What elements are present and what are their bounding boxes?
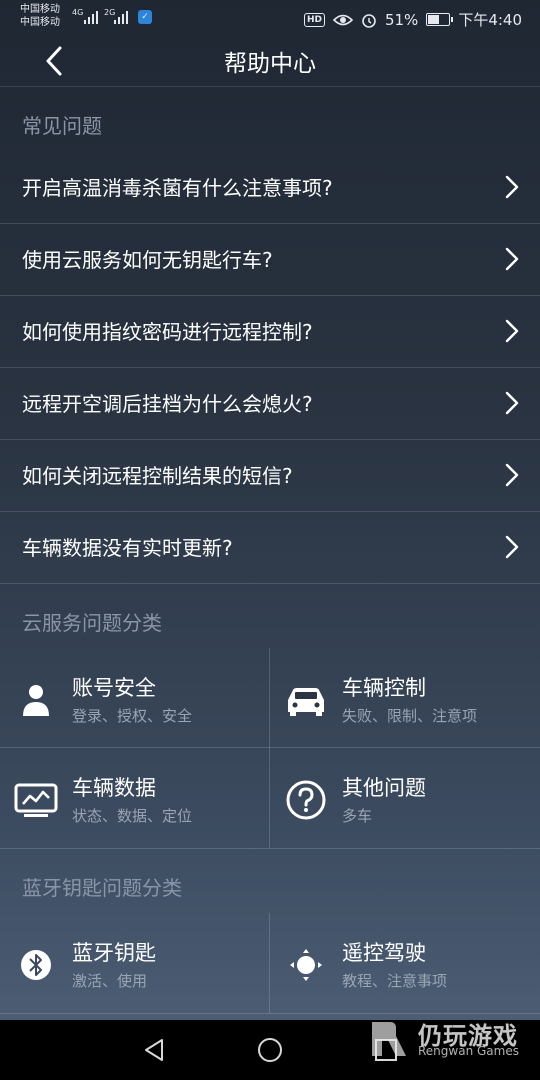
- category-bluetooth-key[interactable]: 蓝牙钥匙 激活、使用: [0, 913, 270, 1013]
- faq-question: 使用云服务如何无钥匙行车?: [22, 248, 273, 272]
- faq-section-label: 常见问题: [22, 114, 102, 138]
- alarm-icon: [362, 13, 376, 28]
- faq-item[interactable]: 如何关闭远程控制结果的短信?: [0, 439, 540, 512]
- faq-question: 如何关闭远程控制结果的短信?: [22, 464, 293, 488]
- faq-question: 车辆数据没有实时更新?: [22, 536, 233, 560]
- faq-item[interactable]: 如何使用指纹密码进行远程控制?: [0, 295, 540, 368]
- category-subtitle: 多车: [342, 807, 373, 825]
- category-other[interactable]: 其他问题 多车: [270, 748, 540, 848]
- remote-drive-icon: [290, 949, 322, 981]
- chevron-right-icon: [505, 247, 519, 271]
- faq-item[interactable]: 开启高温消毒杀菌有什么注意事项?: [0, 151, 540, 224]
- chevron-right-icon: [505, 535, 519, 559]
- faq-item[interactable]: 远程开空调后挂档为什么会熄火?: [0, 367, 540, 440]
- chevron-right-icon: [505, 463, 519, 487]
- category-title: 车辆控制: [342, 676, 426, 700]
- category-subtitle: 教程、注意事项: [342, 972, 448, 990]
- faq-item[interactable]: 车辆数据没有实时更新?: [0, 511, 540, 584]
- shield-icon: ✓: [138, 10, 152, 24]
- cloud-section-label: 云服务问题分类: [22, 611, 162, 635]
- bluetooth-section-label: 蓝牙钥匙问题分类: [22, 876, 182, 900]
- car-icon: [288, 688, 324, 716]
- faq-question: 远程开空调后挂档为什么会熄火?: [22, 392, 313, 416]
- category-vehicle-control[interactable]: 车辆控制 失败、限制、注意项: [270, 648, 540, 748]
- faq-item[interactable]: 使用云服务如何无钥匙行车?: [0, 223, 540, 296]
- status-time: 下午4:40: [458, 11, 522, 29]
- faq-question: 开启高温消毒杀菌有什么注意事项?: [22, 176, 333, 200]
- category-subtitle: 激活、使用: [72, 972, 148, 990]
- hd-icon: HD: [303, 12, 325, 27]
- category-title: 账号安全: [72, 676, 156, 700]
- app-header: 帮助中心: [0, 36, 540, 87]
- watermark-logo-icon: [372, 1022, 406, 1056]
- faq-question: 如何使用指纹密码进行远程控制?: [22, 320, 313, 344]
- carrier-labels: 中国移动 中国移动: [20, 3, 60, 29]
- category-subtitle: 失败、限制、注意项: [342, 707, 478, 725]
- nav-home-icon[interactable]: [256, 1036, 284, 1064]
- carrier-2: 中国移动: [20, 17, 60, 28]
- nav-back-icon[interactable]: [140, 1036, 168, 1064]
- bluetooth-icon: [21, 950, 51, 980]
- watermark-subtext: Rengwan Games: [418, 1044, 519, 1058]
- category-title: 车辆数据: [72, 776, 156, 800]
- status-bar: 中国移动 中国移动 4G 2G ✓ HD 51% 下午4:40: [0, 0, 540, 36]
- user-icon: [23, 685, 49, 716]
- monitor-chart-icon: [14, 783, 58, 817]
- carrier-1: 中国移动: [20, 4, 60, 15]
- category-subtitle: 登录、授权、安全: [72, 707, 193, 725]
- eye-icon: [332, 14, 353, 25]
- battery-percent: 51%: [384, 10, 419, 29]
- page-title: 帮助中心: [224, 51, 316, 77]
- category-vehicle-data[interactable]: 车辆数据 状态、数据、定位: [0, 748, 270, 848]
- category-account-security[interactable]: 账号安全 登录、授权、安全: [0, 648, 270, 748]
- category-subtitle: 状态、数据、定位: [72, 807, 193, 825]
- question-icon: [286, 780, 326, 820]
- battery-icon: [426, 13, 454, 26]
- category-title: 其他问题: [342, 776, 426, 800]
- chevron-right-icon: [505, 319, 519, 343]
- category-title: 遥控驾驶: [342, 941, 426, 965]
- category-title: 蓝牙钥匙: [72, 941, 156, 965]
- chevron-right-icon: [505, 391, 519, 415]
- signal-icon-2: [114, 10, 128, 24]
- chevron-right-icon: [505, 175, 519, 199]
- network-type-1: 4G: [72, 8, 84, 17]
- category-remote-drive[interactable]: 遥控驾驶 教程、注意事项: [270, 913, 540, 1013]
- signal-icon: [84, 10, 98, 24]
- watermark: 仍玩游戏 Rengwan Games: [366, 1014, 536, 1064]
